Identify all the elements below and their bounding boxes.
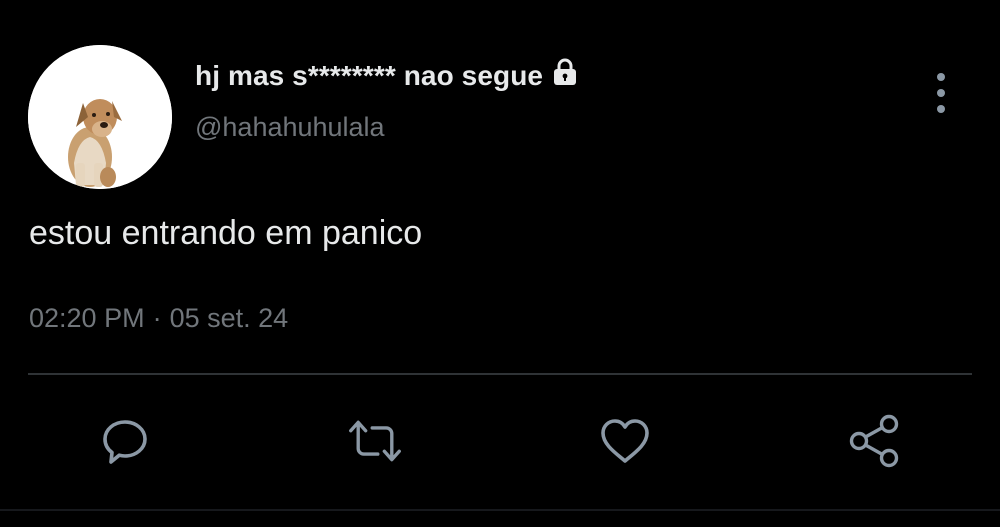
like-button[interactable] xyxy=(597,413,653,469)
user-handle[interactable]: @hahahuhulala xyxy=(195,112,385,143)
share-button[interactable] xyxy=(847,413,903,469)
lock-icon xyxy=(549,56,581,88)
display-name-row: hj mas s******** nao segue xyxy=(195,58,581,92)
reply-icon xyxy=(103,420,147,464)
timestamp-row: 02:20 PM · 05 set. 24 xyxy=(29,303,288,334)
dog-avatar-image xyxy=(28,45,172,189)
more-vertical-icon-dot xyxy=(937,89,945,97)
more-vertical-icon xyxy=(937,73,945,81)
more-vertical-icon-dot xyxy=(937,105,945,113)
tweet-date[interactable]: 05 set. 24 xyxy=(170,303,289,334)
retweet-icon xyxy=(349,420,401,462)
tweet: hj mas s******** nao segue @hahahuhulala… xyxy=(0,0,1000,527)
share-icon xyxy=(849,414,899,468)
bottom-divider xyxy=(0,509,1000,511)
tweet-text: estou entrando em panico xyxy=(29,214,423,252)
more-options-button[interactable] xyxy=(925,73,957,113)
heart-icon xyxy=(601,419,649,463)
reply-button[interactable] xyxy=(97,413,153,469)
retweet-button[interactable] xyxy=(347,413,403,469)
display-name[interactable]: hj mas s******** nao segue xyxy=(195,60,543,92)
timestamp-separator: · xyxy=(152,303,162,333)
divider xyxy=(28,373,972,375)
avatar[interactable] xyxy=(28,45,172,189)
tweet-time[interactable]: 02:20 PM xyxy=(29,303,145,334)
